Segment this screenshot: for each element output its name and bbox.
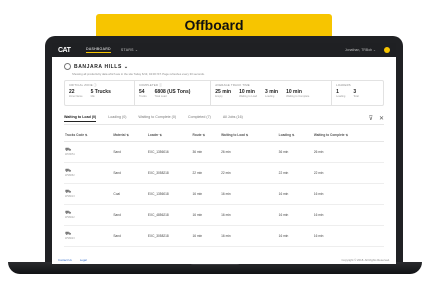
avatar[interactable] <box>384 47 390 53</box>
stat-label: Loading <box>336 95 346 98</box>
filter-icon[interactable]: ⊽ <box>369 115 373 122</box>
loader-cell: EXC_1356018 <box>146 183 192 205</box>
route-cell: 16 min <box>191 204 221 226</box>
header-waiting-to-load[interactable]: Waiting to Load ⇅ <box>220 129 278 142</box>
banner-label: Offboard <box>184 17 244 33</box>
wait-load-cell: 22 min <box>220 162 278 184</box>
site-selector[interactable]: BANJARA HILLS ⌄ <box>74 64 129 70</box>
stat-label: Total Load <box>154 95 167 98</box>
truck-code: WC8051 <box>65 153 75 156</box>
jobs-table: Trucks Code ⇅ Material ⇅ Loader ⇅ Route … <box>64 129 384 247</box>
truck-code: WS8023 <box>65 237 75 240</box>
header-loader[interactable]: Loader ⇅ <box>146 129 192 142</box>
truck-code: WS8013 <box>65 195 75 198</box>
loading-cell: 16 min <box>277 204 313 226</box>
job-tabs: Waiting to Load (0) Loading (0) Waiting … <box>64 112 384 125</box>
stat-label: Idle <box>90 95 95 98</box>
wait-load-cell: 16 min <box>220 225 278 247</box>
stat-label: Total <box>353 95 359 98</box>
cat-logo[interactable]: CAT <box>58 47 86 54</box>
stat-label: Loading <box>265 95 275 98</box>
tab-all-jobs[interactable]: All Jobs (16) <box>223 115 243 121</box>
loading-cell: 16 min <box>277 225 313 247</box>
app-screen: CAT DASHBOARD STARS ⌄ Jonathan, TRBob ⌄ … <box>52 43 396 264</box>
table-row[interactable]: ⛟ WS8052 Sand EXC_3058218 22 min 22 min 2… <box>64 162 384 184</box>
loading-cell: 36 min <box>277 141 313 163</box>
footer-contact-link[interactable]: Contact Us <box>58 258 72 262</box>
nav-stars[interactable]: STARS ⌄ <box>121 48 138 52</box>
wait-load-cell: 16 min <box>220 183 278 205</box>
loader-cell: EXC_4856218 <box>146 204 192 226</box>
table-row[interactable]: ⛟ WS8013 Coal EXC_1356018 16 min 16 min 1… <box>64 183 384 205</box>
stat-title: COMPLETED ⓘ <box>138 83 163 87</box>
material-cell: Sand <box>112 162 147 184</box>
loader-cell: EXC_3058218 <box>146 225 192 247</box>
wait-load-cell: 16 min <box>220 204 278 226</box>
route-cell: 16 min <box>191 183 221 205</box>
close-icon[interactable]: ✕ <box>379 115 384 122</box>
route-cell: 36 min <box>191 141 221 163</box>
wait-complete-cell: 16 min <box>312 183 384 205</box>
footer-legal-link[interactable]: Legal <box>80 258 87 262</box>
wait-complete-cell: 16 min <box>312 204 384 226</box>
header-waiting-to-complete[interactable]: Waiting to Complete ⇅ <box>312 129 384 142</box>
material-cell: Sand <box>112 225 147 247</box>
stat-title: AVERAGE TRACK TIME <box>215 83 250 87</box>
route-cell: 16 min <box>191 225 221 247</box>
tab-waiting-to-load[interactable]: Waiting to Load (0) <box>64 115 97 122</box>
app-footer: Contact Us Legal Copyright © 2018. All R… <box>52 256 396 264</box>
wait-complete-cell: 26 min <box>312 141 384 163</box>
wait-load-cell: 26 min <box>220 141 278 163</box>
stat-label: Waiting to Complete <box>286 95 310 98</box>
offboard-banner: Offboard <box>96 14 332 36</box>
loading-cell: 16 min <box>277 183 313 205</box>
stat-average-track-time: AVERAGE TRACK TIME 25 min Empty 10 min Wai… <box>211 81 333 105</box>
header-loading[interactable]: Loading ⇅ <box>277 129 313 142</box>
wait-complete-cell: 22 min <box>312 162 384 184</box>
table-row[interactable]: ⛟ WS8023 Sand EXC_3058218 16 min 16 min 1… <box>64 225 384 247</box>
loader-cell: EXC_1356016 <box>146 141 192 163</box>
stat-title: LOADERS <box>336 83 351 87</box>
nav-dashboard[interactable]: DASHBOARD <box>86 47 111 53</box>
stats-panel: CRITICAL ZONE ⓘ 22 Zone Name 5 Trucks Idle… <box>64 80 384 106</box>
header-truck-code[interactable]: Trucks Code ⇅ <box>64 129 113 142</box>
stat-critical-zone: CRITICAL ZONE ⓘ 22 Zone Name 5 Trucks Idle <box>65 81 135 105</box>
route-cell: 22 min <box>191 162 221 184</box>
top-nav-bar: CAT DASHBOARD STARS ⌄ Jonathan, TRBob ⌄ <box>52 43 396 57</box>
footer-copyright: Copyright © 2018. All Rights Reserved. <box>341 258 390 262</box>
stat-title: CRITICAL ZONE ⓘ <box>69 83 97 87</box>
site-status-icon <box>64 63 71 70</box>
truck-code: WS8052 <box>65 174 75 177</box>
table-header-row: Trucks Code ⇅ Material ⇅ Loader ⇅ Route … <box>64 129 384 142</box>
stat-completed: COMPLETED ⓘ 54 Trucks 6808 (US Tons) Total… <box>135 81 212 105</box>
header-route[interactable]: Route ⇅ <box>191 129 221 142</box>
truck-code: WS8022 <box>65 216 75 219</box>
user-menu[interactable]: Jonathan, TRBob ⌄ <box>345 48 376 52</box>
material-cell: Sand <box>112 204 147 226</box>
stat-label: Empty <box>215 95 223 98</box>
material-cell: Sand <box>112 141 147 163</box>
material-cell: Coal <box>112 183 147 205</box>
tab-completed[interactable]: Completed (7) <box>188 115 211 121</box>
loading-cell: 22 min <box>277 162 313 184</box>
stat-label: Waiting to Load <box>239 95 258 98</box>
loader-cell: EXC_3058218 <box>146 162 192 184</box>
wait-complete-cell: 16 min <box>312 225 384 247</box>
header-material[interactable]: Material ⇅ <box>112 129 147 142</box>
site-subtitle: Showing all productivity data which are … <box>72 72 205 76</box>
tab-loading[interactable]: Loading (0) <box>108 115 126 121</box>
tab-waiting-to-complete[interactable]: Waiting to Complete (0) <box>138 115 176 121</box>
table-row[interactable]: ⛟ WC8051 Sand EXC_1356016 36 min 26 min 3… <box>64 141 384 163</box>
stat-label: Zone Name <box>69 95 83 98</box>
table-row[interactable]: ⛟ WS8022 Sand EXC_4856218 16 min 16 min 1… <box>64 204 384 226</box>
stat-label: Trucks <box>138 95 147 98</box>
stat-loaders: LOADERS 1 Loading 3 Total <box>332 81 383 105</box>
